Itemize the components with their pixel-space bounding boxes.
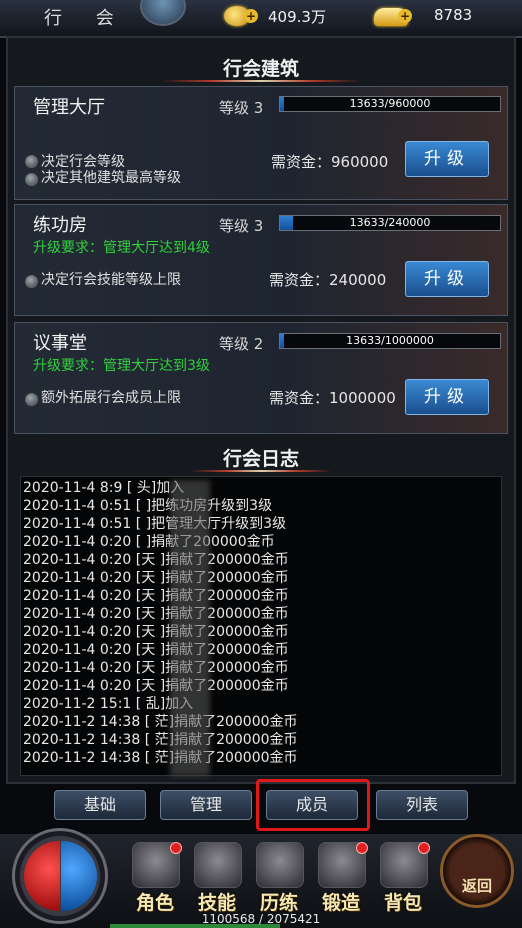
tab-list[interactable]: 列表 xyxy=(376,790,468,820)
log-entry: 2020-11-2 14:38 [ 茫]捐献了200000金币 xyxy=(23,714,298,730)
buildings-section-title: 行会建筑 xyxy=(222,58,299,80)
nav-label: 历练 xyxy=(259,892,298,914)
upgrade-requirement: 升级要求：管理大厅达到3级 xyxy=(33,358,210,374)
log-entry: 2020-11-2 14:38 [ 茫]捐献了200000金币 xyxy=(23,732,298,748)
bullet-icon xyxy=(25,393,38,406)
upgrade-button[interactable]: 升级 xyxy=(405,379,489,415)
name-redaction xyxy=(170,480,210,776)
notification-dot xyxy=(418,842,430,854)
log-entry: 2020-11-4 8:9 [ 头]加入 xyxy=(23,480,185,496)
progress-text: 13633/960000 xyxy=(349,97,431,110)
upgrade-button[interactable]: 升级 xyxy=(405,261,489,297)
building-level: 等级 3 xyxy=(219,217,264,235)
bullet-icon xyxy=(25,173,38,186)
members-tab-highlight xyxy=(256,779,370,831)
nav-label: 角色 xyxy=(135,892,174,914)
nav-label: 锻造 xyxy=(321,892,360,914)
building-name: 议事堂 xyxy=(33,333,87,354)
building-card-council: 议事堂 等级 2 13633/1000000 升级要求：管理大厅达到3级 额外拓… xyxy=(14,322,508,434)
ingot-amount: 8783 xyxy=(434,6,473,24)
log-entry: 2020-11-4 0:51 [ ]把管理大厅升级到3级 xyxy=(23,516,287,532)
upgrade-requirement: 升级要求：管理大厅达到4级 xyxy=(33,240,210,256)
log-section-title: 行会日志 xyxy=(222,448,299,470)
add-gold-button[interactable]: + xyxy=(244,9,258,23)
add-ingot-button[interactable]: + xyxy=(398,9,412,23)
upgrade-button[interactable]: 升级 xyxy=(405,141,489,177)
bullet-icon xyxy=(25,275,38,288)
building-card-hall: 管理大厅 等级 3 13633/960000 决定行会等级 决定其他建筑最高等级… xyxy=(14,86,508,200)
progress-text: 13633/1000000 xyxy=(346,334,434,347)
building-progress-bar: 13633/240000 xyxy=(279,215,501,231)
nav-character[interactable]: 角色 xyxy=(124,840,186,916)
nav-label: 背包 xyxy=(383,892,422,914)
title-divider xyxy=(160,80,362,82)
tab-basic[interactable]: 基础 xyxy=(54,790,146,820)
nav-training[interactable]: 历练 xyxy=(248,840,310,916)
exp-text: 1100568 / 2075421 xyxy=(201,912,321,926)
building-name: 练功房 xyxy=(33,215,87,236)
page-title: 行 会 xyxy=(44,8,128,29)
building-progress-bar: 13633/960000 xyxy=(279,96,501,112)
upgrade-cost: 需资金：1000000 xyxy=(269,389,396,407)
building-name: 管理大厅 xyxy=(33,97,105,118)
log-entry: 2020-11-4 0:51 [ ]把练功房升级到3级 xyxy=(23,498,273,514)
log-entry: 2020-11-4 0:20 [ ]捐献了200000金币 xyxy=(23,534,275,550)
log-entry: 2020-11-4 0:20 [天 ]捐献了200000金币 xyxy=(23,606,289,622)
log-entry: 2020-11-4 0:20 [天 ]捐献了200000金币 xyxy=(23,660,289,676)
skill-book-icon xyxy=(194,842,242,888)
log-entry: 2020-11-4 0:20 [天 ]捐献了200000金币 xyxy=(23,678,289,694)
building-progress-bar: 13633/1000000 xyxy=(279,333,501,349)
title-divider xyxy=(190,470,332,472)
tab-manage[interactable]: 管理 xyxy=(160,790,252,820)
building-card-training: 练功房 等级 3 13633/240000 升级要求：管理大厅达到4级 决定行会… xyxy=(14,204,508,316)
nav-label: 技能 xyxy=(197,892,236,914)
gold-amount: 409.3万 xyxy=(268,8,326,26)
log-entry: 2020-11-4 0:20 [天 ]捐献了200000金币 xyxy=(23,552,289,568)
upgrade-cost: 需资金：240000 xyxy=(269,271,387,289)
guild-log-list[interactable]: 2020-11-4 8:9 [ 头]加入 2020-11-4 0:51 [ ]把… xyxy=(20,476,502,776)
notification-dot xyxy=(170,842,182,854)
nav-forge[interactable]: 锻造 xyxy=(310,840,372,916)
building-level: 等级 3 xyxy=(219,99,264,117)
building-effect: 额外拓展行会成员上限 xyxy=(41,390,181,406)
log-entry: 2020-11-2 14:38 [ 茫]捐献了200000金币 xyxy=(23,750,298,766)
bullet-icon xyxy=(25,155,38,168)
log-entry: 2020-11-4 0:20 [天 ]捐献了200000金币 xyxy=(23,642,289,658)
upgrade-cost: 需资金：960000 xyxy=(271,153,389,171)
back-label: 返回 xyxy=(461,877,492,895)
nav-bag[interactable]: 背包 xyxy=(372,840,434,916)
nav-skills[interactable]: 技能 xyxy=(186,840,248,916)
log-entry: 2020-11-4 0:20 [天 ]捐献了200000金币 xyxy=(23,570,289,586)
building-level: 等级 2 xyxy=(219,335,264,353)
log-entry: 2020-11-2 15:1 [ 乱]加入 xyxy=(23,696,194,712)
progress-text: 13633/240000 xyxy=(349,216,431,229)
building-effect: 决定行会技能等级上限 xyxy=(41,272,181,288)
building-effect: 决定其他建筑最高等级 xyxy=(41,170,181,186)
back-button[interactable]: 返回 xyxy=(440,834,514,908)
log-entry: 2020-11-4 0:20 [天 ]捐献了200000金币 xyxy=(23,624,289,640)
notification-dot xyxy=(356,842,368,854)
log-entry: 2020-11-4 0:20 [天 ]捐献了200000金币 xyxy=(23,588,289,604)
armor-icon xyxy=(256,842,304,888)
